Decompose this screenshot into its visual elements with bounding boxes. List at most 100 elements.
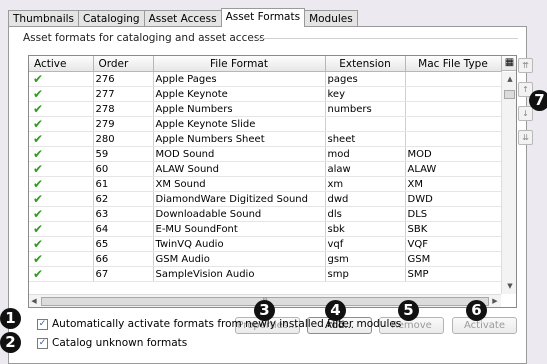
- active-check-icon[interactable]: ✔: [29, 86, 94, 102]
- move-down-icon: ↓: [522, 109, 529, 118]
- mac-file-type-cell: SMP: [405, 266, 502, 282]
- mac-file-type-cell: [405, 71, 502, 87]
- extension-cell: sheet: [325, 131, 406, 147]
- file-format-cell: E-MU SoundFont: [153, 221, 326, 237]
- file-format-cell: XM Sound: [153, 176, 326, 192]
- table-row[interactable]: ✔ 60 ALAW Sound alaw ALAW: [29, 161, 502, 177]
- extension-cell: pages: [325, 71, 406, 87]
- vertical-scroll-thumb[interactable]: [504, 90, 515, 99]
- scroll-left-icon[interactable]: ◀: [29, 297, 39, 305]
- file-format-cell: TwinVQ Audio: [153, 236, 326, 252]
- tab-modules[interactable]: Modules: [304, 10, 358, 27]
- active-check-icon[interactable]: ✔: [29, 146, 94, 162]
- table-row[interactable]: ✔ 61 XM Sound xm XM: [29, 176, 502, 192]
- extension-cell: gsm: [325, 251, 406, 267]
- order-cell: 63: [93, 206, 154, 222]
- table-row[interactable]: ✔ 66 GSM Audio gsm GSM: [29, 251, 502, 267]
- file-format-cell: SampleVision Audio: [153, 266, 326, 282]
- mac-file-type-cell: [405, 116, 502, 132]
- order-cell: 61: [93, 176, 154, 192]
- column-header-active[interactable]: Active: [29, 56, 94, 72]
- order-cell: 67: [93, 266, 154, 282]
- active-check-icon[interactable]: ✔: [29, 101, 94, 117]
- file-format-cell: Apple Numbers Sheet: [153, 131, 326, 147]
- scroll-down-icon[interactable]: ▼: [502, 282, 516, 290]
- file-format-cell: GSM Audio: [153, 251, 326, 267]
- file-format-cell: Downloadable Sound: [153, 206, 326, 222]
- mac-file-type-cell: [405, 101, 502, 117]
- column-chooser-icon[interactable]: ▦: [501, 56, 516, 71]
- group-divider: [257, 38, 518, 39]
- file-format-cell: Apple Pages: [153, 71, 326, 87]
- auto-activate-row[interactable]: ✓ Automatically activate formats from ne…: [37, 318, 401, 330]
- extension-cell: key: [325, 86, 406, 102]
- callout-badge-6: 6: [466, 300, 487, 321]
- extension-cell: dls: [325, 206, 406, 222]
- order-cell: 279: [93, 116, 154, 132]
- mac-file-type-cell: XM: [405, 176, 502, 192]
- extension-cell: mod: [325, 146, 406, 162]
- active-check-icon[interactable]: ✔: [29, 71, 94, 87]
- tab-thumbnails[interactable]: Thumbnails: [8, 10, 80, 27]
- move-to-top-button[interactable]: ⇈: [518, 58, 533, 73]
- active-check-icon[interactable]: ✔: [29, 176, 94, 192]
- extension-cell: alaw: [325, 161, 406, 177]
- catalog-unknown-checkbox[interactable]: ✓: [37, 337, 48, 349]
- tab-asset-formats[interactable]: Asset Formats: [220, 8, 306, 27]
- active-check-icon[interactable]: ✔: [29, 131, 94, 147]
- order-cell: 65: [93, 236, 154, 252]
- move-to-bottom-icon: ⇊: [522, 133, 529, 142]
- activate-button[interactable]: Activate: [452, 317, 517, 334]
- catalog-unknown-row[interactable]: ✓ Catalog unknown formats: [37, 337, 187, 349]
- active-check-icon[interactable]: ✔: [29, 191, 94, 207]
- table-row[interactable]: ✔ 65 TwinVQ Audio vqf VQF: [29, 236, 502, 252]
- column-header-extension[interactable]: Extension: [325, 56, 406, 72]
- active-check-icon[interactable]: ✔: [29, 161, 94, 177]
- move-to-bottom-button[interactable]: ⇊: [518, 130, 533, 145]
- mac-file-type-cell: GSM: [405, 251, 502, 267]
- active-check-icon[interactable]: ✔: [29, 206, 94, 222]
- file-format-cell: Apple Numbers: [153, 101, 326, 117]
- active-check-icon[interactable]: ✔: [29, 116, 94, 132]
- scroll-up-icon[interactable]: ▲: [502, 75, 516, 83]
- table-row[interactable]: ✔ 64 E-MU SoundFont sbk SBK: [29, 221, 502, 237]
- table-row[interactable]: ✔ 59 MOD Sound mod MOD: [29, 146, 502, 162]
- extension-cell: smp: [325, 266, 406, 282]
- column-header-file-format[interactable]: File Format: [153, 56, 326, 72]
- callout-badge-3: 3: [254, 300, 275, 321]
- mac-file-type-cell: SBK: [405, 221, 502, 237]
- column-header-order[interactable]: Order: [93, 56, 154, 72]
- move-down-button[interactable]: ↓: [518, 106, 533, 121]
- callout-badge-7: 7: [529, 90, 547, 111]
- move-to-top-icon: ⇈: [522, 61, 529, 70]
- table-row[interactable]: ✔ 279 Apple Keynote Slide: [29, 116, 502, 132]
- column-header-mac-file-type[interactable]: Mac File Type: [405, 56, 502, 72]
- file-format-cell: Apple Keynote: [153, 86, 326, 102]
- table-row[interactable]: ✔ 67 SampleVision Audio smp SMP: [29, 266, 502, 282]
- table-row[interactable]: ✔ 277 Apple Keynote key: [29, 86, 502, 102]
- active-check-icon[interactable]: ✔: [29, 266, 94, 282]
- table-row[interactable]: ✔ 278 Apple Numbers numbers: [29, 101, 502, 117]
- table-row[interactable]: ✔ 276 Apple Pages pages: [29, 71, 502, 87]
- active-check-icon[interactable]: ✔: [29, 251, 94, 267]
- table-row[interactable]: ✔ 280 Apple Numbers Sheet sheet: [29, 131, 502, 147]
- file-format-cell: MOD Sound: [153, 146, 326, 162]
- scroll-right-icon[interactable]: ▶: [490, 297, 500, 305]
- mac-file-type-cell: DWD: [405, 191, 502, 207]
- auto-activate-checkbox[interactable]: ✓: [37, 318, 48, 330]
- tab-asset-access[interactable]: Asset Access: [143, 10, 222, 27]
- extension-cell: vqf: [325, 236, 406, 252]
- callout-badge-1: 1: [0, 308, 21, 329]
- asset-formats-table[interactable]: Active Order File Format Extension Mac F…: [28, 55, 517, 308]
- active-check-icon[interactable]: ✔: [29, 221, 94, 237]
- table-row[interactable]: ✔ 63 Downloadable Sound dls DLS: [29, 206, 502, 222]
- file-format-cell: Apple Keynote Slide: [153, 116, 326, 132]
- group-title: Asset formats for cataloging and asset a…: [23, 32, 265, 44]
- callout-badge-2: 2: [0, 332, 21, 353]
- vertical-scrollbar[interactable]: ▲ ▼: [501, 72, 516, 294]
- table-row[interactable]: ✔ 62 DiamondWare Digitized Sound dwd DWD: [29, 191, 502, 207]
- tab-cataloging[interactable]: Cataloging: [78, 10, 145, 27]
- active-check-icon[interactable]: ✔: [29, 236, 94, 252]
- order-cell: 66: [93, 251, 154, 267]
- mac-file-type-cell: MOD: [405, 146, 502, 162]
